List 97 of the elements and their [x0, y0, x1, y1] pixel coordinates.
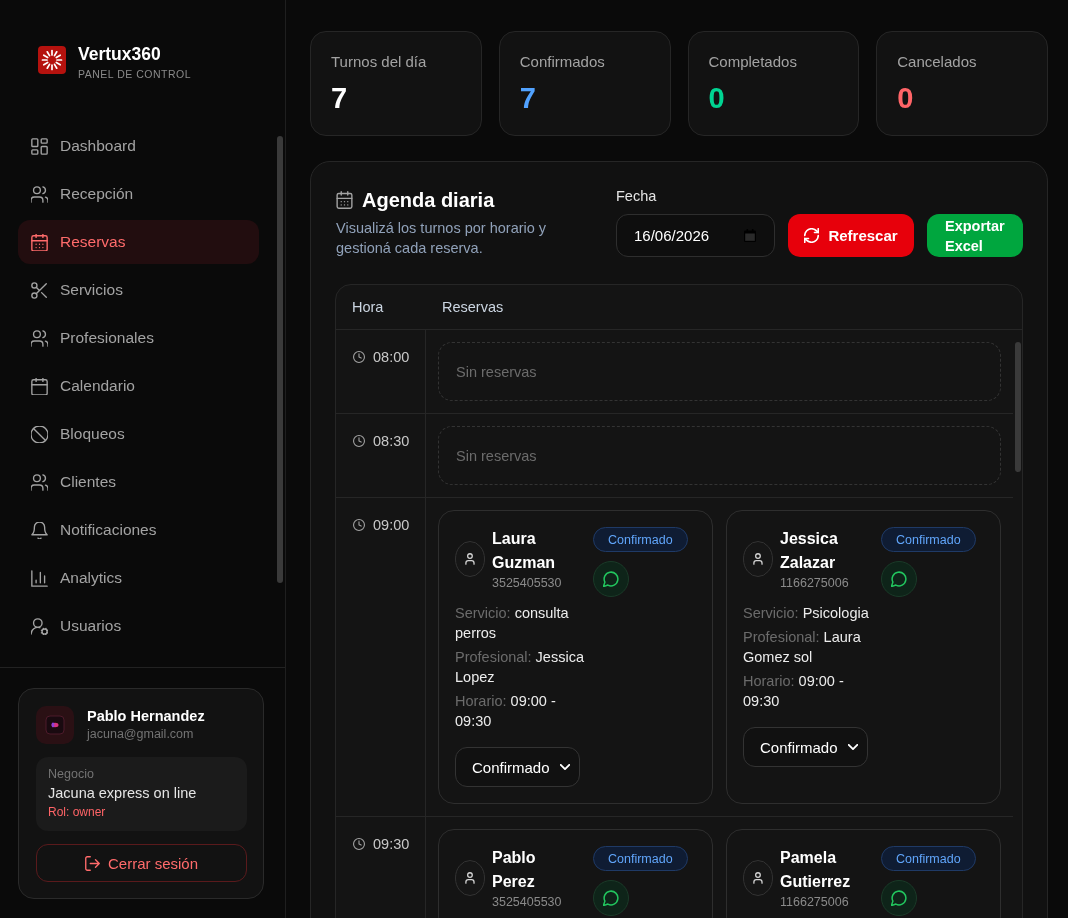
logout-button[interactable]: Cerrar sesión	[36, 844, 247, 882]
chat-button[interactable]	[593, 880, 629, 916]
date-field[interactable]: 16/06/2026	[616, 214, 775, 257]
time-label: 08:30	[373, 433, 410, 449]
column-header: Hora	[351, 299, 385, 315]
user-icon	[743, 860, 773, 896]
logo-icon	[38, 46, 66, 74]
users-icon	[31, 329, 48, 347]
clock-icon	[353, 435, 365, 447]
nav-item[interactable]: Usuarios	[18, 604, 259, 648]
status-select[interactable]: Confirmado	[743, 727, 868, 767]
scrollbar-thumb[interactable]	[1014, 342, 1021, 472]
stat-value: 0	[897, 82, 915, 114]
avatar-icon	[36, 706, 74, 744]
status-badge: Confirmado	[881, 527, 976, 552]
stat-label: Cancelados	[897, 52, 978, 72]
client-name: Pamela Gutierrez	[780, 848, 852, 892]
clock-icon	[353, 519, 365, 531]
user-email: jacuna@gmail.com	[87, 726, 195, 743]
booking-detail: Servicio: consulta perros	[455, 604, 570, 643]
client-phone: 3525405530	[492, 575, 563, 591]
status-badge: Confirmado	[593, 846, 688, 871]
nav-item[interactable]: Reservas	[18, 220, 259, 264]
stat-label: Completados	[708, 52, 798, 72]
chat-button[interactable]	[593, 561, 629, 597]
time-label: 09:00	[373, 517, 410, 533]
nav-item[interactable]: Profesionales	[18, 316, 259, 360]
status-badge: Confirmado	[593, 527, 688, 552]
client-phone: 1166275006	[780, 894, 850, 910]
users-icon	[31, 473, 48, 491]
client-name: Pablo Perez	[492, 848, 537, 892]
empty-slot: Sin reservas	[438, 342, 1001, 401]
calendar-icon	[31, 233, 48, 251]
nav-item[interactable]: Analytics	[18, 556, 259, 600]
chat-icon	[603, 571, 619, 587]
status-select[interactable]: Confirmado	[455, 747, 580, 787]
users-icon	[31, 185, 48, 203]
chat-icon	[603, 890, 619, 906]
chat-button[interactable]	[881, 561, 917, 597]
user-gear-icon	[31, 617, 48, 635]
stat-value: 7	[331, 82, 349, 114]
scrollbar-thumb[interactable]	[277, 136, 283, 583]
booking-detail: Horario: 09:00 - 09:30	[743, 672, 845, 711]
chat-icon	[891, 571, 907, 587]
bell-icon	[31, 521, 48, 539]
brand-subtitle: PANEL DE CONTROL	[78, 68, 192, 81]
chevron-down-icon	[848, 744, 858, 750]
calendar-icon	[744, 229, 756, 242]
nav-item[interactable]: Calendario	[18, 364, 259, 408]
grid-icon	[31, 137, 48, 155]
nav-item[interactable]: Notificaciones	[18, 508, 259, 552]
chat-button[interactable]	[881, 880, 917, 916]
stat-label: Confirmados	[519, 52, 606, 72]
scissors-icon	[31, 281, 48, 299]
nav-item[interactable]: Clientes	[18, 460, 259, 504]
clock-icon	[353, 838, 365, 850]
nav-item[interactable]: Bloqueos	[18, 412, 259, 456]
empty-slot: Sin reservas	[438, 426, 1001, 485]
user-name: Pablo Hernandez	[87, 707, 205, 726]
nav-item[interactable]: Servicios	[18, 268, 259, 312]
stat-value: 7	[519, 82, 537, 114]
time-label: 08:00	[373, 349, 410, 365]
refresh-icon	[804, 228, 820, 243]
calendar-icon	[336, 191, 353, 209]
time-label: 09:30	[373, 836, 410, 852]
agenda-title: Agenda diaria	[362, 188, 495, 212]
nav-item[interactable]: Recepción	[18, 172, 259, 216]
logout-icon	[85, 855, 100, 871]
client-name: Laura Guzman	[492, 529, 557, 573]
client-phone: 3525405530	[492, 894, 563, 910]
client-phone: 1166275006	[780, 575, 850, 591]
bar-chart-icon	[31, 569, 48, 587]
booking-detail: Horario: 09:00 - 09:30	[455, 692, 557, 731]
status-badge: Confirmado	[881, 846, 976, 871]
client-name: Jessica Zalazar	[780, 529, 839, 573]
chat-icon	[891, 890, 907, 906]
stat-value: 0	[708, 82, 726, 114]
business-name: Jacuna express on line	[48, 784, 198, 803]
clock-icon	[353, 351, 365, 363]
chevron-down-icon	[560, 764, 570, 770]
refresh-button[interactable]: Refrescar	[788, 214, 914, 257]
column-header: Reservas	[441, 299, 505, 315]
user-icon	[743, 541, 773, 577]
user-role: Rol: owner	[48, 804, 107, 821]
ban-icon	[31, 425, 48, 443]
user-icon	[455, 860, 485, 896]
agenda-subtitle: Visualizá los turnos por horario y gestioná cada reserva.	[336, 219, 548, 258]
business-label: Negocio	[48, 766, 95, 782]
calendar-icon	[31, 377, 48, 395]
date-label: Fecha	[616, 187, 658, 206]
nav-item[interactable]: Dashboard	[18, 124, 259, 168]
brand-name: Vertux360	[78, 44, 162, 64]
booking-detail: Servicio: Psicologia	[743, 604, 870, 623]
stat-label: Turnos del día	[331, 52, 428, 72]
booking-detail: Profesional: Jessica Lopez	[455, 648, 585, 687]
user-icon	[455, 541, 485, 577]
booking-detail: Profesional: Laura Gomez sol	[743, 628, 862, 667]
